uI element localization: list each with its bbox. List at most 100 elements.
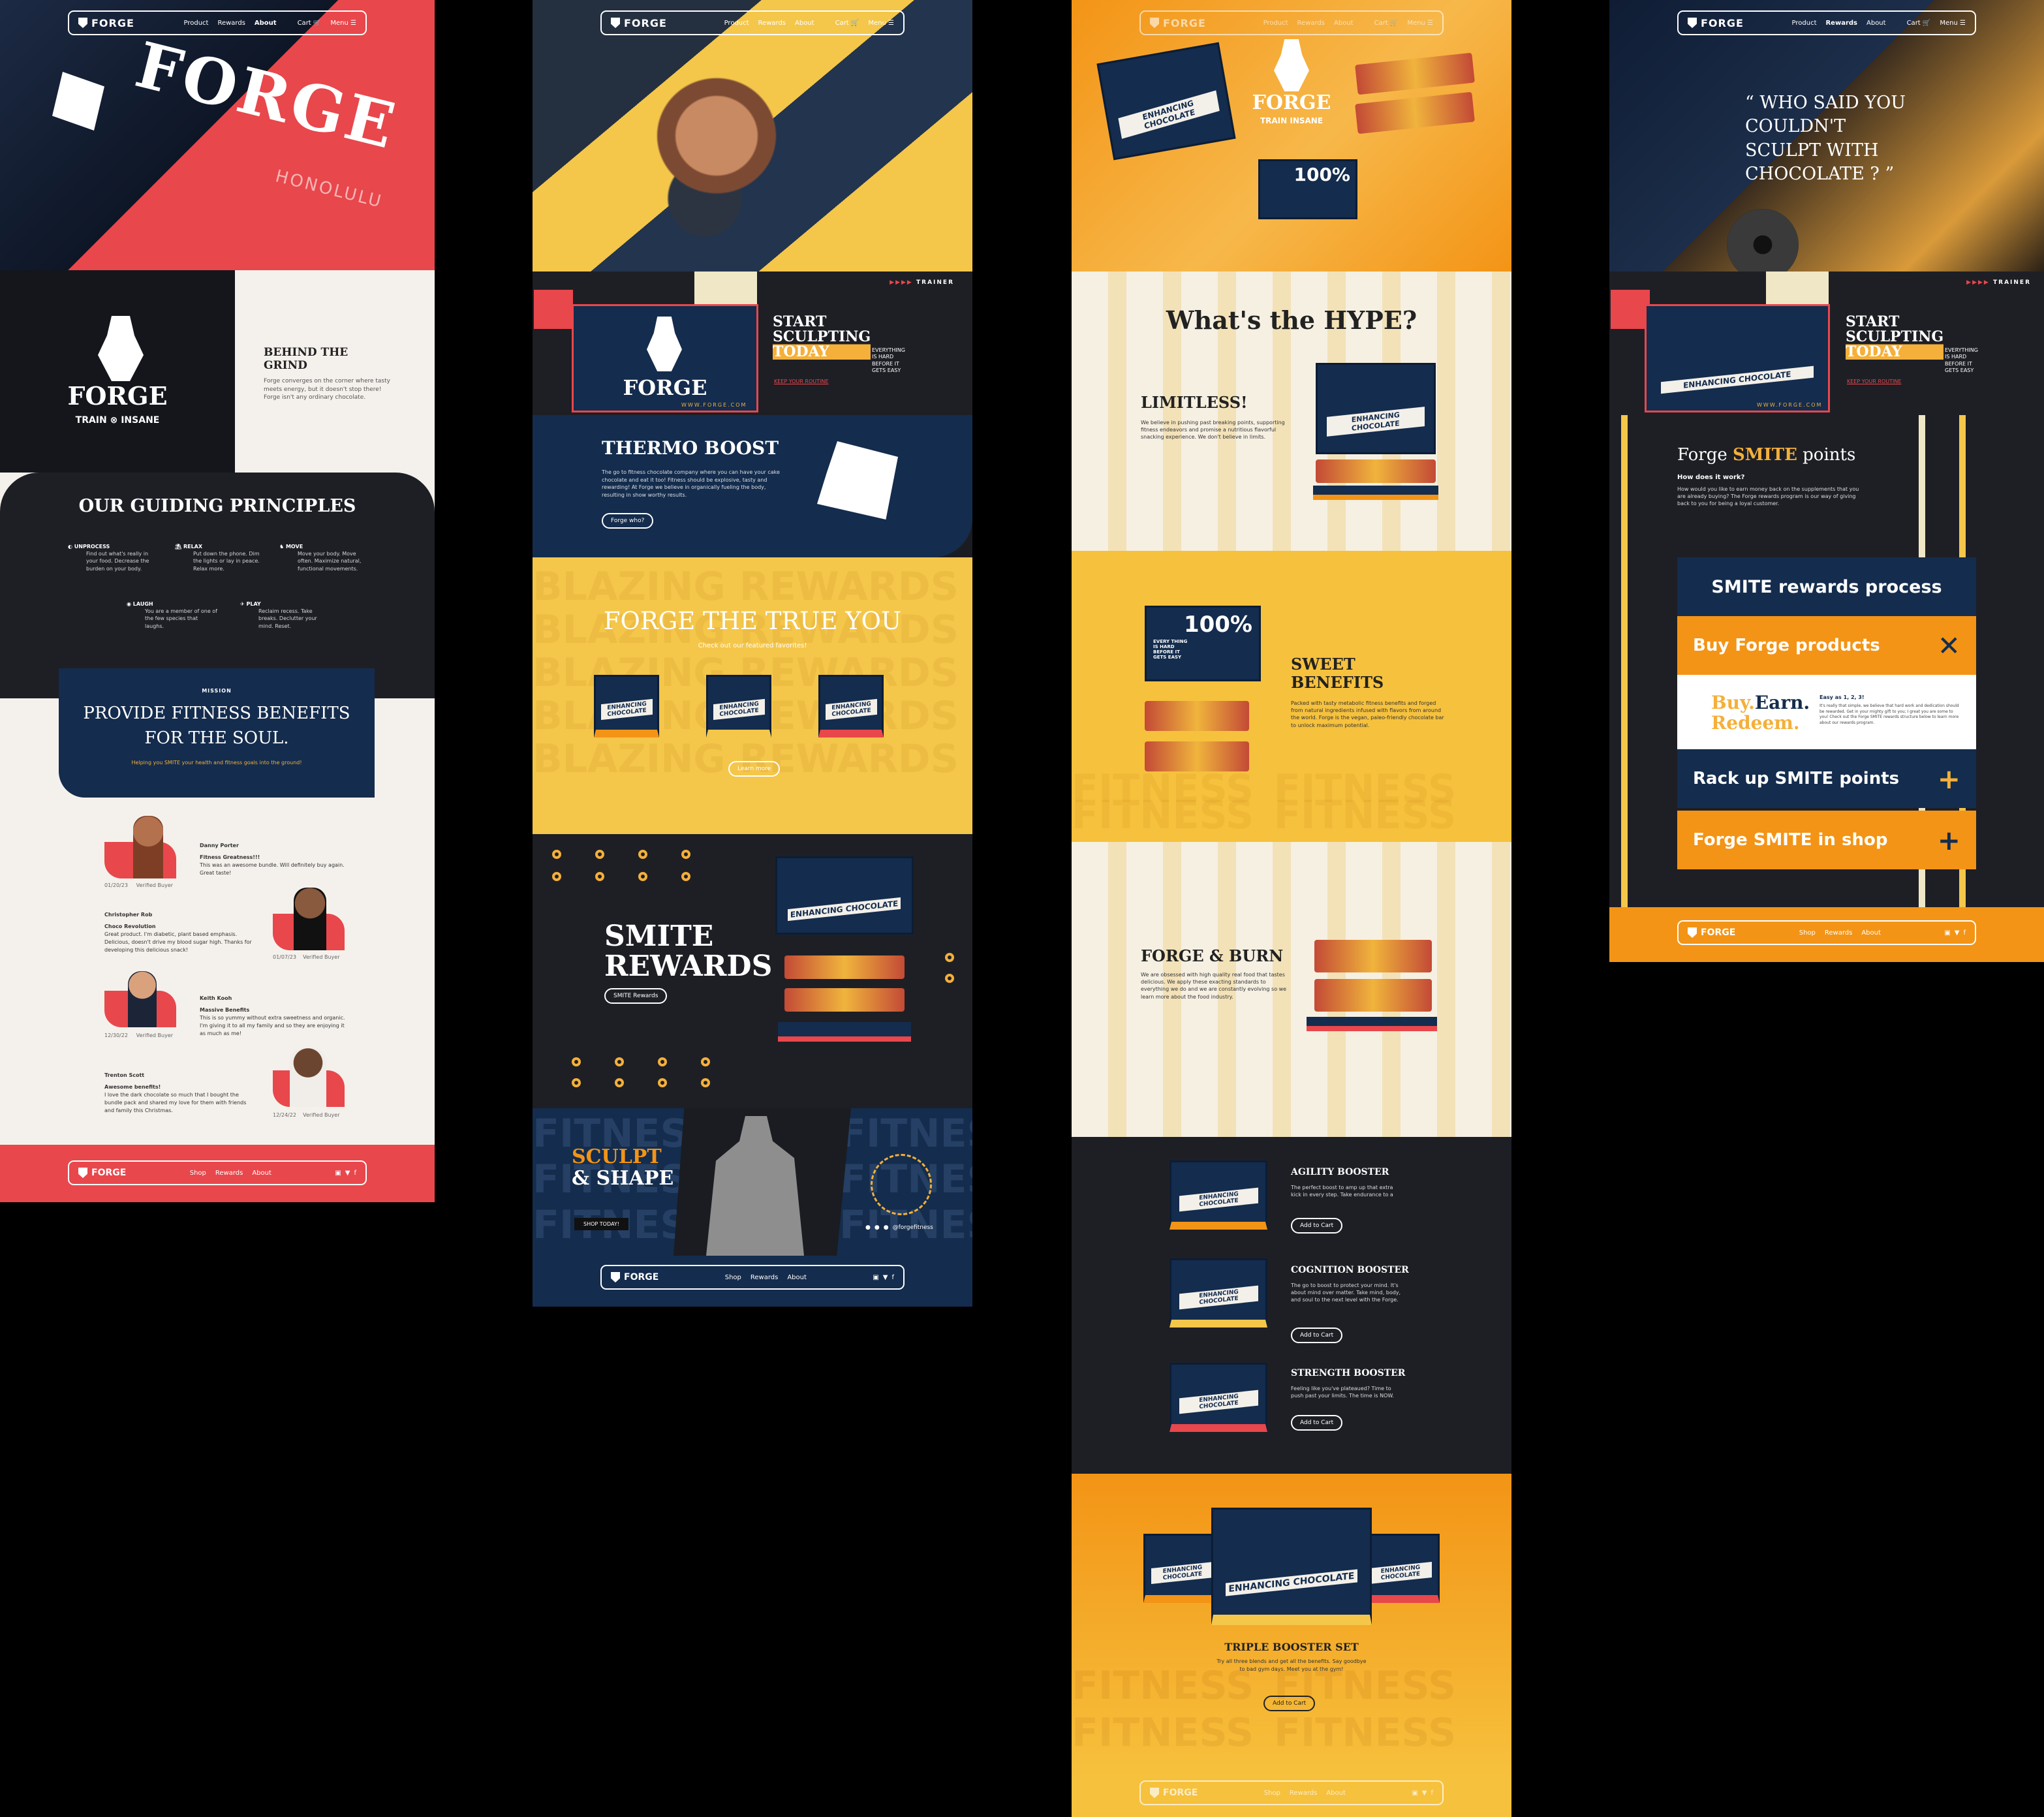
footer-logo[interactable]: FORGE bbox=[611, 1272, 658, 1282]
footer-shop[interactable]: Shop bbox=[1799, 929, 1816, 937]
nav-menu[interactable]: Menu ☰ bbox=[868, 20, 894, 27]
nav-about[interactable]: About bbox=[1866, 20, 1886, 27]
trainer-label: ▶▶▶▶ TRAINER bbox=[1966, 279, 2031, 286]
shop-today-button[interactable]: SHOP TODAY! bbox=[574, 1218, 628, 1230]
instagram-icon[interactable]: ▣ bbox=[1944, 929, 1950, 937]
agility-box[interactable]: ENHANCING CHOCOLATE bbox=[1169, 1160, 1267, 1230]
nav-menu[interactable]: Menu ☰ bbox=[330, 20, 356, 27]
about-footer: FORGE Shop Rewards About ▣ ▼ f bbox=[0, 1145, 435, 1202]
nav-cart[interactable]: Cart 🛒 bbox=[298, 20, 322, 27]
featured-product-box[interactable]: ENHANCING CHOCOLATE bbox=[706, 675, 771, 738]
footer-about[interactable]: About bbox=[1861, 929, 1881, 937]
start-link[interactable]: KEEP YOUR ROUTINE bbox=[774, 379, 828, 384]
twitter-icon[interactable]: ● bbox=[865, 1224, 871, 1231]
knight-logo-icon bbox=[647, 317, 682, 371]
close-icon[interactable]: ✕ bbox=[1938, 630, 1960, 662]
nav-rewards[interactable]: Rewards bbox=[217, 20, 245, 27]
footer-rewards[interactable]: Rewards bbox=[1290, 1790, 1317, 1797]
nav-about[interactable]: About bbox=[1334, 20, 1354, 27]
add-to-cart-button[interactable]: Add to Cart bbox=[1291, 1218, 1343, 1234]
nav-cart[interactable]: Cart 🛒 bbox=[835, 20, 859, 27]
nav-rewards[interactable]: Rewards bbox=[758, 20, 786, 27]
footer-rewards[interactable]: Rewards bbox=[1825, 929, 1852, 937]
cart-icon: 🛒 bbox=[1922, 19, 1931, 27]
footer-shop[interactable]: Shop bbox=[190, 1170, 206, 1177]
facebook-icon[interactable]: f bbox=[891, 1274, 894, 1281]
footer-shop[interactable]: Shop bbox=[1264, 1790, 1280, 1797]
smite-points-title: Forge SMITE points bbox=[1677, 445, 1856, 465]
nav-cart[interactable]: Cart 🛒 bbox=[1374, 20, 1399, 27]
nav-rewards[interactable]: Rewards bbox=[1825, 20, 1857, 27]
smite-rewards-button[interactable]: SMITE Rewards bbox=[604, 988, 668, 1004]
lounge-icon: ⛱ bbox=[175, 544, 182, 550]
home-hero: FORGE Product Rewards About Cart 🛒 Menu … bbox=[533, 0, 972, 272]
instagram-icon[interactable]: ● bbox=[884, 1224, 889, 1231]
instagram-icon[interactable]: ▣ bbox=[873, 1274, 878, 1281]
nav-about[interactable]: About bbox=[255, 20, 277, 27]
footer-logo[interactable]: FORGE bbox=[1688, 927, 1735, 938]
twitter-icon[interactable]: ▼ bbox=[1955, 929, 1960, 937]
footer-shop[interactable]: Shop bbox=[725, 1274, 741, 1281]
add-to-cart-button[interactable]: Add to Cart bbox=[1291, 1328, 1343, 1343]
reviewer-photo bbox=[128, 971, 157, 1027]
step-detail-panel: Buy.Earn. Redeem. Easy as 1, 2, 3! It's … bbox=[1677, 675, 1976, 749]
learn-more-button[interactable]: Learn more bbox=[728, 761, 781, 777]
facebook-icon[interactable]: f bbox=[1963, 929, 1966, 937]
twitter-icon[interactable]: ▼ bbox=[883, 1274, 888, 1281]
step-buy-products[interactable]: Buy Forge products ✕ bbox=[1677, 616, 1976, 675]
footer-rewards[interactable]: Rewards bbox=[215, 1170, 243, 1177]
cart-icon: 🛒 bbox=[850, 19, 859, 27]
strength-box[interactable]: ENHANCING CHOCOLATE bbox=[1169, 1363, 1267, 1432]
nav-menu[interactable]: Menu ☰ bbox=[1407, 20, 1433, 27]
how-body: How would you like to earn money back on… bbox=[1677, 486, 1859, 507]
start-link[interactable]: KEEP YOUR ROUTINE bbox=[1847, 379, 1901, 384]
deco-red-square bbox=[534, 290, 573, 329]
leaf-icon: ◐ bbox=[68, 544, 72, 550]
instagram-icon[interactable]: ▣ bbox=[335, 1170, 341, 1177]
footer-bar: FORGE Shop Rewards About ▣ ▼ f bbox=[1677, 920, 1976, 945]
nav-menu[interactable]: Menu ☰ bbox=[1940, 20, 1966, 27]
nav-product[interactable]: Product bbox=[1792, 20, 1817, 27]
add-to-cart-button[interactable]: Add to Cart bbox=[1263, 1696, 1316, 1711]
twitter-icon[interactable]: ▼ bbox=[1422, 1790, 1427, 1797]
about-hero: FORGE Product Rewards About Cart 🛒 Menu … bbox=[0, 0, 435, 270]
facebook-icon[interactable]: f bbox=[354, 1170, 356, 1177]
footer-about[interactable]: About bbox=[252, 1170, 271, 1177]
brownie-layer bbox=[1145, 701, 1249, 731]
footer-about[interactable]: About bbox=[1326, 1790, 1346, 1797]
forge-who-button[interactable]: Forge who? bbox=[602, 513, 654, 529]
nav-product[interactable]: Product bbox=[1263, 20, 1288, 27]
add-to-cart-button[interactable]: Add to Cart bbox=[1291, 1415, 1343, 1431]
nav-rewards[interactable]: Rewards bbox=[1297, 20, 1325, 27]
plus-icon[interactable]: + bbox=[1938, 763, 1960, 795]
facebook-icon[interactable]: f bbox=[1431, 1790, 1433, 1797]
brownie-layer bbox=[1314, 979, 1432, 1012]
nav-logo[interactable]: FORGE bbox=[1150, 17, 1206, 29]
shield-logo-icon bbox=[78, 1168, 87, 1178]
footer-about[interactable]: About bbox=[787, 1274, 807, 1281]
step-forge-in-shop[interactable]: Forge SMITE in shop + bbox=[1677, 811, 1976, 869]
nav-logo[interactable]: FORGE bbox=[78, 17, 134, 29]
footer-logo[interactable]: FORGE bbox=[78, 1168, 126, 1178]
nav-product[interactable]: Product bbox=[183, 20, 208, 27]
shield-logo-icon bbox=[78, 18, 87, 28]
nav-logo[interactable]: FORGE bbox=[1688, 17, 1744, 29]
featured-product-box[interactable]: ENHANCING CHOCOLATE bbox=[818, 675, 884, 738]
twitter-icon[interactable]: ▼ bbox=[345, 1170, 350, 1177]
grind-text: BEHIND THE GRIND Forge converges on the … bbox=[264, 346, 394, 402]
featured-product-box[interactable]: ENHANCING CHOCOLATE bbox=[594, 675, 659, 738]
nav-logo[interactable]: FORGE bbox=[611, 17, 667, 29]
forge-card: FORGE bbox=[572, 304, 758, 412]
instagram-icon[interactable]: ▣ bbox=[1412, 1790, 1417, 1797]
footer-rewards[interactable]: Rewards bbox=[751, 1274, 778, 1281]
logo-tagline: TRAIN ⊗ INSANE bbox=[75, 415, 160, 426]
cognition-box[interactable]: ENHANCING CHOCOLATE bbox=[1169, 1258, 1267, 1328]
nav-about[interactable]: About bbox=[795, 20, 814, 27]
step-rack-up-points[interactable]: Rack up SMITE points + bbox=[1677, 749, 1976, 808]
nav-product[interactable]: Product bbox=[724, 20, 749, 27]
smile-icon: ◉ bbox=[127, 601, 131, 607]
nav-cart[interactable]: Cart 🛒 bbox=[1907, 20, 1931, 27]
footer-logo[interactable]: FORGE bbox=[1150, 1788, 1198, 1798]
facebook-icon[interactable]: ● bbox=[875, 1224, 880, 1231]
plus-icon[interactable]: + bbox=[1938, 824, 1960, 856]
